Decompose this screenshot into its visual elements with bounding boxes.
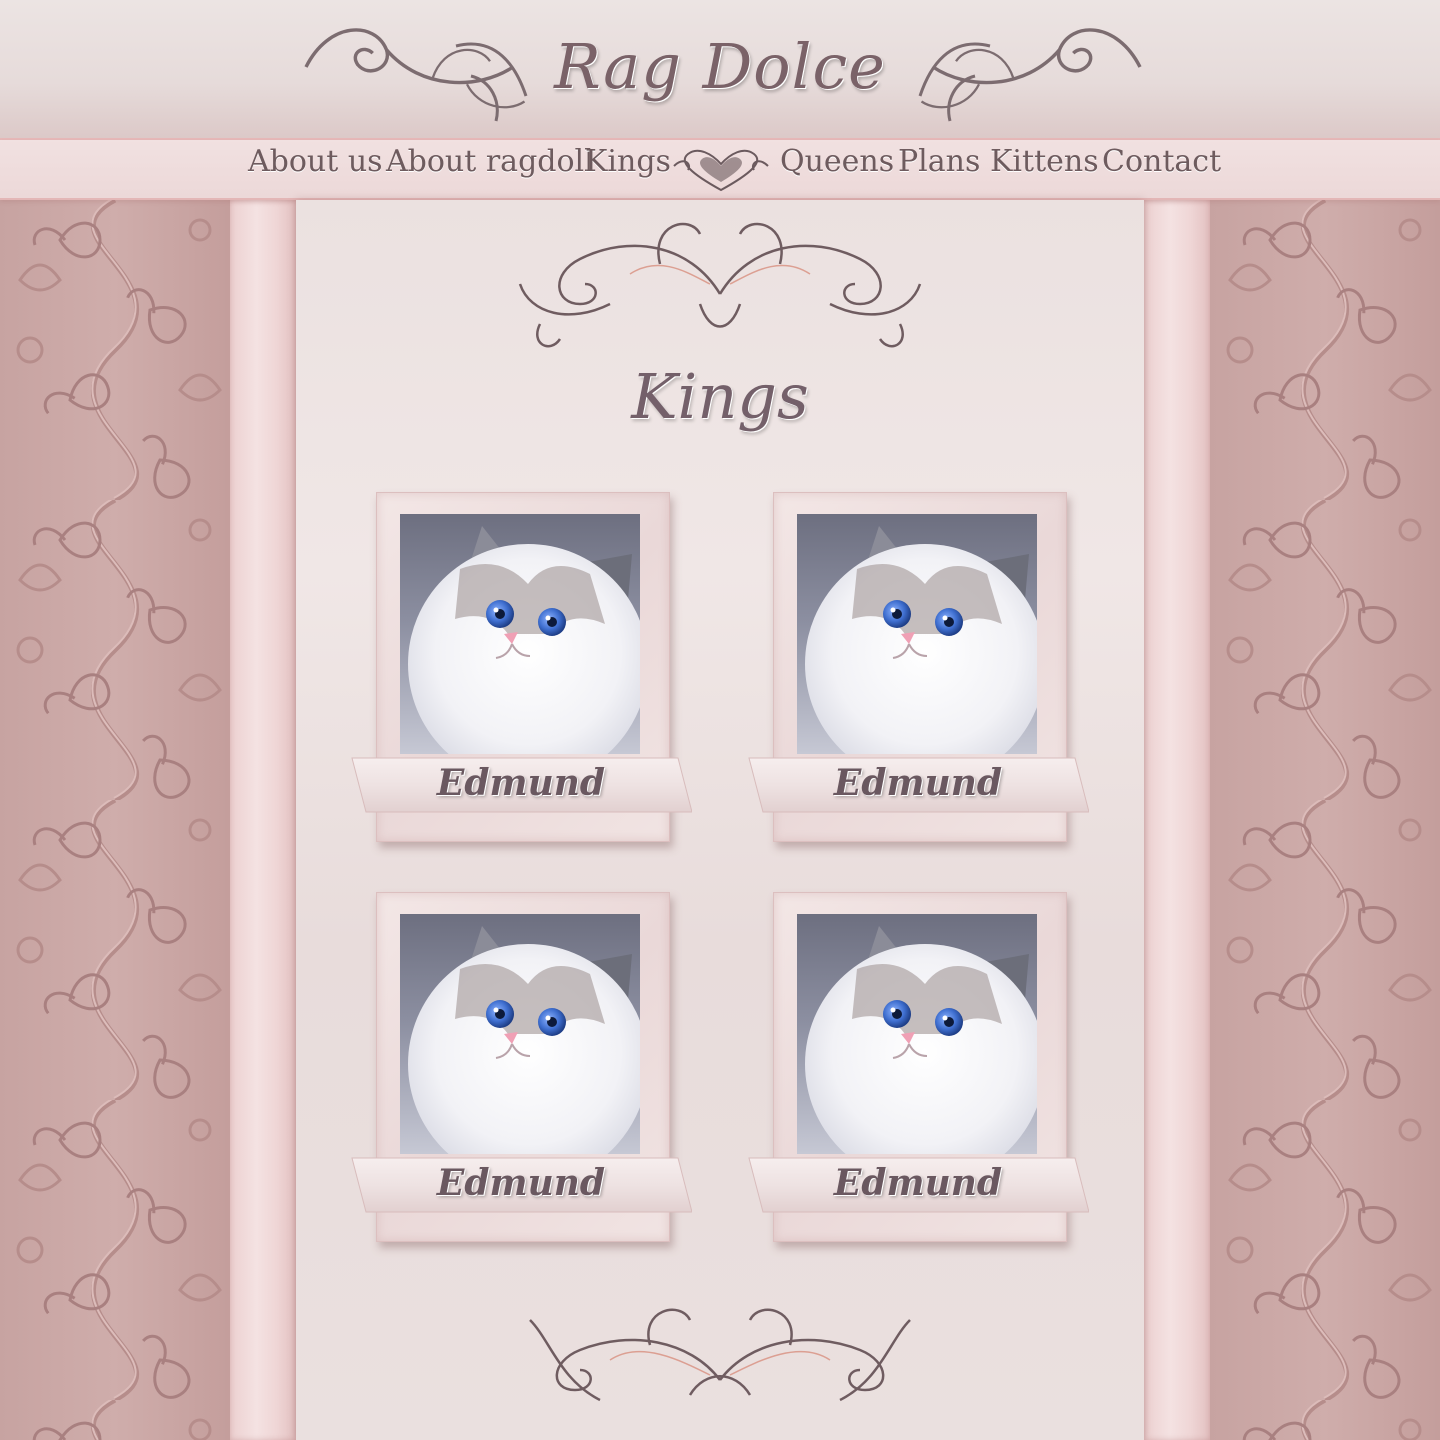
floral-pattern — [1210, 200, 1440, 1440]
nav-item-contact[interactable]: Contact — [1102, 144, 1221, 179]
cat-photo[interactable] — [400, 514, 640, 754]
nav-item-about-us[interactable]: About us — [248, 144, 383, 179]
king-name[interactable]: Edmund — [390, 1162, 652, 1204]
king-card[interactable]: Edmund — [747, 492, 1092, 852]
king-name[interactable]: Edmund — [390, 762, 652, 804]
left-pillar — [230, 200, 296, 1440]
scroll-ornament-icon — [529, 1308, 911, 1402]
nav-item-kittens[interactable]: Kittens — [990, 144, 1099, 179]
king-card[interactable]: Edmund — [747, 892, 1092, 1252]
page-title: Kings — [631, 360, 809, 433]
cat-photo[interactable] — [400, 914, 640, 1154]
king-card[interactable]: Edmund — [350, 892, 695, 1252]
site-header: Rag Dolce — [0, 0, 1440, 140]
king-name[interactable]: Edmund — [787, 762, 1049, 804]
cat-photo[interactable] — [797, 914, 1037, 1154]
nav-item-plans[interactable]: Plans — [898, 144, 980, 179]
king-card[interactable]: Edmund — [350, 492, 695, 852]
right-pillar — [1144, 200, 1210, 1440]
nav-item-queens[interactable]: Queens — [780, 144, 894, 179]
heart-ornament-icon — [673, 149, 769, 192]
floral-pattern — [0, 200, 230, 1440]
main-nav: About us About ragdoll Kings Queens Plan… — [0, 140, 1440, 200]
king-name[interactable]: Edmund — [787, 1162, 1049, 1204]
right-floral-panel — [1210, 200, 1440, 1440]
nav-item-kings[interactable]: Kings — [585, 144, 671, 179]
nav-item-about-ragdoll[interactable]: About ragdoll — [386, 144, 594, 179]
scroll-ornament-icon — [518, 222, 922, 348]
site-logo[interactable]: Rag Dolce — [0, 30, 1440, 103]
cat-photo[interactable] — [797, 514, 1037, 754]
left-floral-panel — [0, 200, 230, 1440]
